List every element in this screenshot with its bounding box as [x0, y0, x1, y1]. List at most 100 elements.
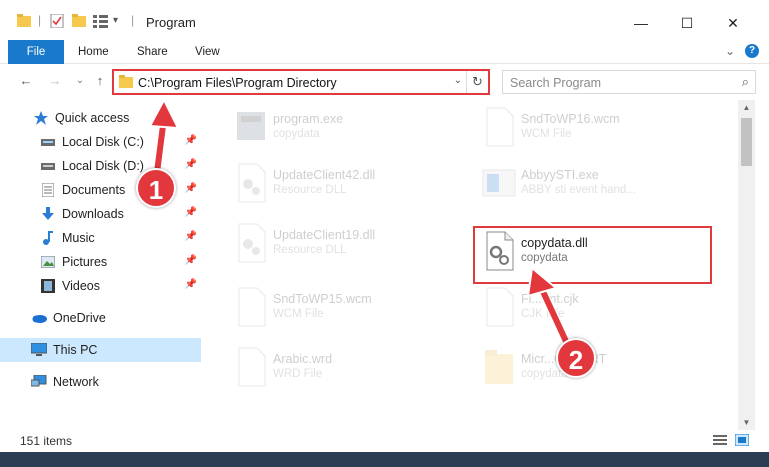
minimize-button[interactable]: — — [618, 8, 664, 38]
sidebar-item-this-pc[interactable]: This PC — [0, 338, 201, 362]
vertical-scrollbar[interactable]: ▲ ▼ — [738, 100, 755, 430]
file-name: Fi...rmt.cjk — [521, 292, 579, 306]
sidebar-item-music[interactable]: Music 📌 — [0, 226, 201, 250]
cloud-icon — [31, 310, 47, 326]
file-name: UpdateClient19.dll — [273, 228, 376, 242]
address-path[interactable]: C:\Program Files\Program Directory — [138, 76, 337, 90]
recent-locations-button[interactable]: ⌄ — [72, 73, 88, 89]
videos-icon — [40, 278, 56, 294]
item-count: 151 items — [20, 434, 73, 448]
tab-view[interactable]: View — [195, 40, 220, 64]
exe-file-icon — [481, 162, 517, 204]
pin-icon[interactable]: 📌 — [185, 255, 197, 266]
pin-icon[interactable]: 📌 — [185, 183, 197, 194]
file-item[interactable]: AbbyySTI.exe ABBY sti event hand... — [473, 158, 713, 210]
pin-icon[interactable]: 📌 — [185, 279, 197, 290]
downloads-icon — [40, 206, 56, 222]
file-item[interactable]: Arabic.wrd WRD File — [225, 342, 465, 394]
network-icon — [31, 374, 47, 390]
search-icon[interactable]: ⌕ — [742, 74, 749, 90]
file-type: WCM File — [273, 308, 324, 320]
step-1-callout: 1 — [136, 168, 176, 208]
file-item[interactable]: UpdateClient42.dll Resource DLL — [225, 158, 465, 210]
file-item[interactable]: SndToWP15.wcm WCM File — [225, 282, 465, 334]
address-dropdown-icon[interactable]: ⌄ — [454, 75, 462, 86]
qat-dropdown-icon[interactable]: ▾ — [113, 15, 118, 26]
pin-icon[interactable]: 📌 — [185, 159, 197, 170]
generic-file-icon — [481, 286, 517, 328]
sidebar-item-label: Quick access — [55, 111, 130, 125]
properties-icon[interactable] — [50, 14, 64, 28]
file-item[interactable]: UpdateClient19.dll Resource DLL — [225, 218, 465, 270]
file-type: copydata — [273, 128, 320, 140]
pin-icon[interactable]: 📌 — [185, 135, 197, 146]
sidebar-item-label: Videos — [62, 279, 100, 293]
details-view-icon[interactable] — [713, 434, 727, 449]
generic-file-icon — [233, 346, 269, 388]
sidebar-item-quick-access[interactable]: Quick access — [0, 106, 201, 130]
file-name: Arabic.wrd — [273, 352, 333, 366]
file-item[interactable]: SndToWP16.wcm WCM File — [473, 102, 713, 154]
address-bar[interactable]: C:\Program Files\Program Directory ⌄ ↻ — [112, 69, 490, 95]
scroll-down-icon[interactable]: ▼ — [738, 418, 755, 427]
music-icon — [40, 230, 56, 246]
view-options-icon[interactable] — [93, 14, 109, 28]
up-button[interactable]: ↑ — [92, 73, 108, 89]
refresh-button[interactable]: ↻ — [466, 71, 488, 93]
search-input[interactable]: Search Program — [510, 76, 601, 90]
documents-icon — [40, 182, 56, 198]
forward-button[interactable]: → — [47, 73, 63, 89]
drive-icon — [40, 134, 56, 150]
back-button[interactable]: ← — [18, 73, 34, 89]
ribbon-controls: ⌄ ? — [725, 44, 759, 58]
tab-file[interactable]: File — [8, 40, 64, 64]
sidebar-item-pictures[interactable]: Pictures 📌 — [0, 250, 201, 274]
step-2-callout: 2 — [556, 338, 596, 378]
pin-icon[interactable]: 📌 — [185, 231, 197, 242]
file-type: Resource DLL — [273, 184, 347, 196]
file-item[interactable]: Fi...rmt.cjk CJK File — [473, 282, 713, 334]
sidebar-item-onedrive[interactable]: OneDrive — [0, 306, 201, 330]
sidebar-item-local-disk-c[interactable]: Local Disk (C:) 📌 — [0, 130, 201, 154]
expand-ribbon-icon[interactable]: ⌄ — [725, 44, 735, 58]
help-icon[interactable]: ? — [745, 44, 759, 58]
highlight-box — [473, 226, 712, 284]
file-type: ABBY sti event hand... — [521, 184, 636, 196]
navigation-pane: Quick access Local Disk (C:) 📌 Local Dis… — [0, 100, 203, 430]
file-type: WCM File — [521, 128, 572, 140]
star-icon — [33, 110, 49, 126]
scroll-thumb[interactable] — [741, 118, 752, 166]
scroll-up-icon[interactable]: ▲ — [738, 103, 755, 112]
dll-file-icon — [233, 162, 269, 204]
maximize-button[interactable]: ☐ — [664, 8, 710, 38]
sidebar-item-label: Pictures — [62, 255, 108, 269]
exe-file-icon — [233, 106, 269, 148]
address-row: ← → ⌄ ↑ C:\Program Files\Program Directo… — [0, 64, 769, 100]
file-type: CJK File — [521, 308, 565, 320]
file-type: WRD File — [273, 368, 323, 380]
sidebar-item-network[interactable]: Network — [0, 370, 201, 394]
search-box[interactable]: Search Program ⌕ — [502, 70, 756, 94]
folder-icon[interactable] — [17, 14, 31, 28]
file-name: SndToWP15.wcm — [273, 292, 372, 306]
close-button[interactable]: ✕ — [710, 8, 756, 38]
sidebar-item-label: Local Disk (C:) — [62, 135, 144, 149]
drive-icon — [40, 158, 56, 174]
tab-share[interactable]: Share — [137, 40, 168, 64]
sidebar-item-label: Local Disk (D:) — [62, 159, 144, 173]
sidebar-item-label: OneDrive — [53, 311, 106, 325]
sidebar-item-label: This PC — [53, 343, 98, 357]
window-title: Program — [146, 15, 196, 30]
sidebar-item-label: Documents — [62, 183, 126, 197]
file-item[interactable]: program.exe copydata — [225, 102, 465, 154]
sidebar-item-videos[interactable]: Videos 📌 — [0, 274, 201, 298]
pin-icon[interactable]: 📌 — [185, 207, 197, 218]
sidebar-item-downloads[interactable]: Downloads 📌 — [0, 202, 201, 226]
ribbon: File Home Share View ⌄ ? — [0, 40, 769, 64]
new-folder-icon[interactable] — [72, 14, 86, 28]
tab-home[interactable]: Home — [78, 40, 109, 64]
sidebar-item-label: Downloads — [62, 207, 124, 221]
separator: | — [38, 13, 42, 27]
large-icons-view-icon[interactable] — [734, 433, 750, 449]
file-name: program.exe — [273, 112, 344, 126]
